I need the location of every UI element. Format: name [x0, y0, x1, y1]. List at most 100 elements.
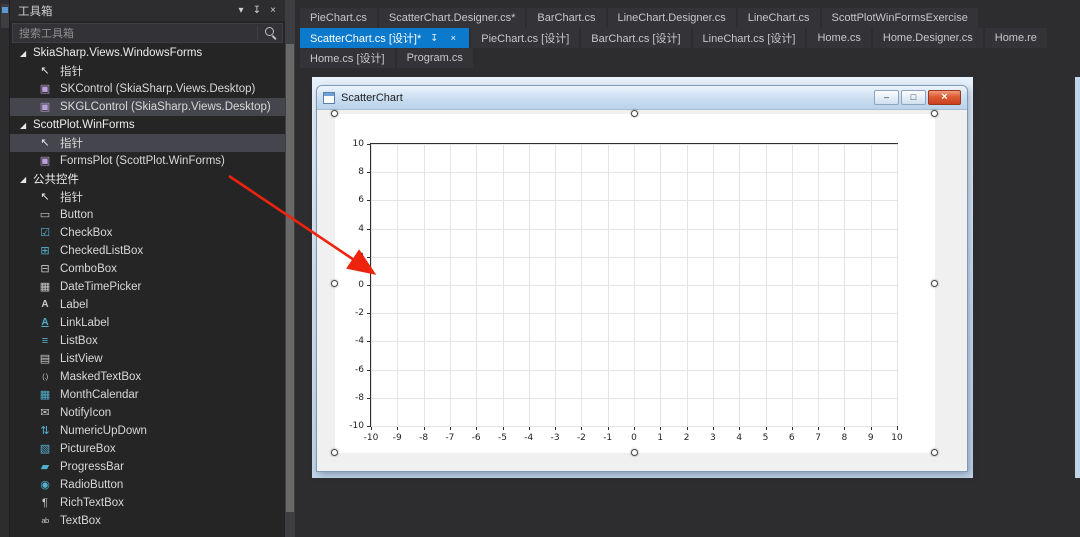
- selection-handle[interactable]: [931, 280, 938, 287]
- month-calendar-icon: ▦: [37, 387, 53, 403]
- expander-icon[interactable]: ◢: [20, 121, 33, 130]
- search-input[interactable]: 搜索工具箱: [12, 23, 283, 43]
- expander-icon[interactable]: ◢: [20, 49, 33, 58]
- formsplot-control[interactable]: -10-9-8-7-6-5-4-3-2-10123456789101086420…: [335, 114, 935, 453]
- tab-barchart-cs[interactable]: BarChart.cs [设计]: [581, 28, 690, 48]
- chevron-down-icon[interactable]: ▾: [233, 3, 249, 19]
- tab-piechart-cs[interactable]: PieChart.cs [设计]: [471, 28, 579, 48]
- component-icon: ▣: [37, 81, 53, 97]
- toolbox-item-picturebox[interactable]: ▧PictureBox: [10, 440, 285, 458]
- tab-home-re[interactable]: Home.re: [985, 28, 1047, 48]
- plot-gridline-h: [371, 313, 897, 314]
- vs-window: 工具箱 ▾↧× 搜索工具箱 ◢SkiaSharp.Views.WindowsFo…: [0, 0, 1080, 537]
- tab-label: Home.Designer.cs: [883, 32, 973, 44]
- selection-handle[interactable]: [331, 280, 338, 287]
- toolbox-item-pointer[interactable]: ↖指针: [10, 62, 285, 80]
- toolbox-item-monthcalendar[interactable]: ▦MonthCalendar: [10, 386, 285, 404]
- close-icon[interactable]: ×: [265, 3, 281, 19]
- toolbox-item-combobox[interactable]: ⊟ComboBox: [10, 260, 285, 278]
- form-titlebar[interactable]: ScatterChart –□×: [317, 86, 967, 110]
- close-button[interactable]: ×: [928, 90, 961, 105]
- tab-scatterchart-cs[interactable]: ScatterChart.cs [设计]* ↧ ×: [300, 28, 469, 48]
- toolbox-item-label: ComboBox: [60, 263, 117, 275]
- toolbox-item-datetimepicker[interactable]: ▦DateTimePicker: [10, 278, 285, 296]
- selection-handle[interactable]: [631, 449, 638, 456]
- plot-gridline-h: [371, 257, 897, 258]
- toolbox-item-linklabel[interactable]: A LinkLabel: [10, 314, 285, 332]
- toolbox-item-textbox[interactable]: abTextBox: [10, 512, 285, 530]
- tab-home-designer-cs[interactable]: Home.Designer.cs: [873, 28, 983, 48]
- toolbox-item-numericupdown[interactable]: ⇅NumericUpDown: [10, 422, 285, 440]
- plot-gridline-v: [897, 144, 898, 426]
- maximize-button[interactable]: □: [901, 90, 926, 105]
- tab-scatterchart-designer-cs[interactable]: ScatterChart.Designer.cs*: [379, 8, 526, 28]
- component-icon: ▣: [37, 99, 53, 115]
- minimize-button[interactable]: –: [874, 90, 899, 105]
- selection-handle[interactable]: [631, 110, 638, 117]
- x-tick-mark: [897, 426, 898, 430]
- designer-form[interactable]: ScatterChart –□× -10-9-8-7-6-5-4-3-2-101…: [316, 85, 968, 472]
- collapsed-panel-tab[interactable]: [1, 4, 9, 28]
- toolbox-item-button[interactable]: ▭Button: [10, 206, 285, 224]
- tab-linechart-cs[interactable]: LineChart.cs: [738, 8, 820, 28]
- expander-icon[interactable]: ◢: [20, 175, 33, 184]
- toolbox-item-label: MaskedTextBox: [60, 371, 141, 383]
- close-icon[interactable]: ×: [447, 33, 459, 44]
- toolbox-item-checkbox[interactable]: ☑CheckBox: [10, 224, 285, 242]
- toolbox-item-label: RadioButton: [60, 479, 123, 491]
- toolbox-item-pointer[interactable]: ↖指针: [10, 188, 285, 206]
- toolbox-item-progressbar[interactable]: ▰ProgressBar: [10, 458, 285, 476]
- tab-linechart-cs[interactable]: LineChart.cs [设计]: [693, 28, 806, 48]
- toolbox-item-richtextbox[interactable]: ¶RichTextBox: [10, 494, 285, 512]
- tab-program-cs[interactable]: Program.cs: [397, 48, 473, 68]
- tab-label: ScatterChart.cs [设计]*: [310, 30, 421, 46]
- tab-scottplotwinformsexercise[interactable]: ScottPlotWinFormsExercise: [822, 8, 978, 28]
- checkbox-icon: ☑: [37, 225, 53, 241]
- tab-barchart-cs[interactable]: BarChart.cs: [527, 8, 605, 28]
- form-body: -10-9-8-7-6-5-4-3-2-10123456789101086420…: [317, 110, 967, 471]
- toolbox-item-label: ListBox: [60, 335, 98, 347]
- y-tick-mark: [367, 172, 371, 173]
- selection-handle[interactable]: [931, 449, 938, 456]
- link-label-icon: A: [37, 315, 53, 331]
- toolbox-item-maskedtextbox[interactable]: (.)MaskedTextBox: [10, 368, 285, 386]
- tab-piechart-cs[interactable]: PieChart.cs: [300, 8, 377, 28]
- pin-icon[interactable]: ↧: [428, 33, 440, 44]
- text-box-icon: ab: [37, 513, 53, 529]
- search-icon[interactable]: [263, 25, 279, 41]
- toolbox-item-listbox[interactable]: ≡ListBox: [10, 332, 285, 350]
- toolbox-item-formsplot-scottplot-winforms[interactable]: ▣FormsPlot (ScottPlot.WinForms): [10, 152, 285, 170]
- toolbox-group-skiasharp-views-windowsforms[interactable]: ◢SkiaSharp.Views.WindowsForms: [10, 44, 285, 62]
- selection-handle[interactable]: [331, 110, 338, 117]
- tab-home-cs[interactable]: Home.cs: [807, 28, 870, 48]
- component-icon: ▣: [37, 153, 53, 169]
- tab-label: ScottPlotWinFormsExercise: [832, 12, 968, 24]
- toolbox-group-scottplot-winforms[interactable]: ◢ScottPlot.WinForms: [10, 116, 285, 134]
- toolbox-item-radiobutton[interactable]: ◉RadioButton: [10, 476, 285, 494]
- toolbox-item-checkedlistbox[interactable]: ⊞CheckedListBox: [10, 242, 285, 260]
- toolbox-item-pointer[interactable]: ↖指针: [10, 134, 285, 152]
- toolbox-item-skcontrol-skiasharp-views-desktop[interactable]: ▣SKControl (SkiaSharp.Views.Desktop): [10, 80, 285, 98]
- tab-label: BarChart.cs [设计]: [591, 30, 680, 46]
- toolbox-item-skglcontrol-skiasharp-views-desktop[interactable]: ▣SKGLControl (SkiaSharp.Views.Desktop): [10, 98, 285, 116]
- toolbox-item-label: 指针: [60, 135, 83, 151]
- toolbox-item-notifyicon[interactable]: ✉NotifyIcon: [10, 404, 285, 422]
- selection-handle[interactable]: [331, 449, 338, 456]
- tab-label: Home.re: [995, 32, 1037, 44]
- toolbox-group-2[interactable]: ◢公共控件: [10, 170, 285, 188]
- pin-icon[interactable]: ↧: [249, 3, 265, 19]
- toolbox-item-label: Button: [60, 209, 93, 221]
- toolbox-item-listview[interactable]: ▤ListView: [10, 350, 285, 368]
- scrollbar-thumb[interactable]: [286, 44, 294, 512]
- toolbox-item-label[interactable]: ALabel: [10, 296, 285, 314]
- toolbox-scrollbar[interactable]: [285, 0, 295, 537]
- tab-home-cs[interactable]: Home.cs [设计]: [300, 48, 395, 68]
- form-icon: [323, 92, 335, 104]
- side-dock-strip: [0, 0, 10, 537]
- toolbox-item-label: DateTimePicker: [60, 281, 141, 293]
- toolbox-item-label: RichTextBox: [60, 497, 124, 509]
- toolbox-item-label: LinkLabel: [60, 317, 109, 329]
- selection-handle[interactable]: [931, 110, 938, 117]
- tab-linechart-designer-cs[interactable]: LineChart.Designer.cs: [608, 8, 736, 28]
- toolbox-item-label: PictureBox: [60, 443, 116, 455]
